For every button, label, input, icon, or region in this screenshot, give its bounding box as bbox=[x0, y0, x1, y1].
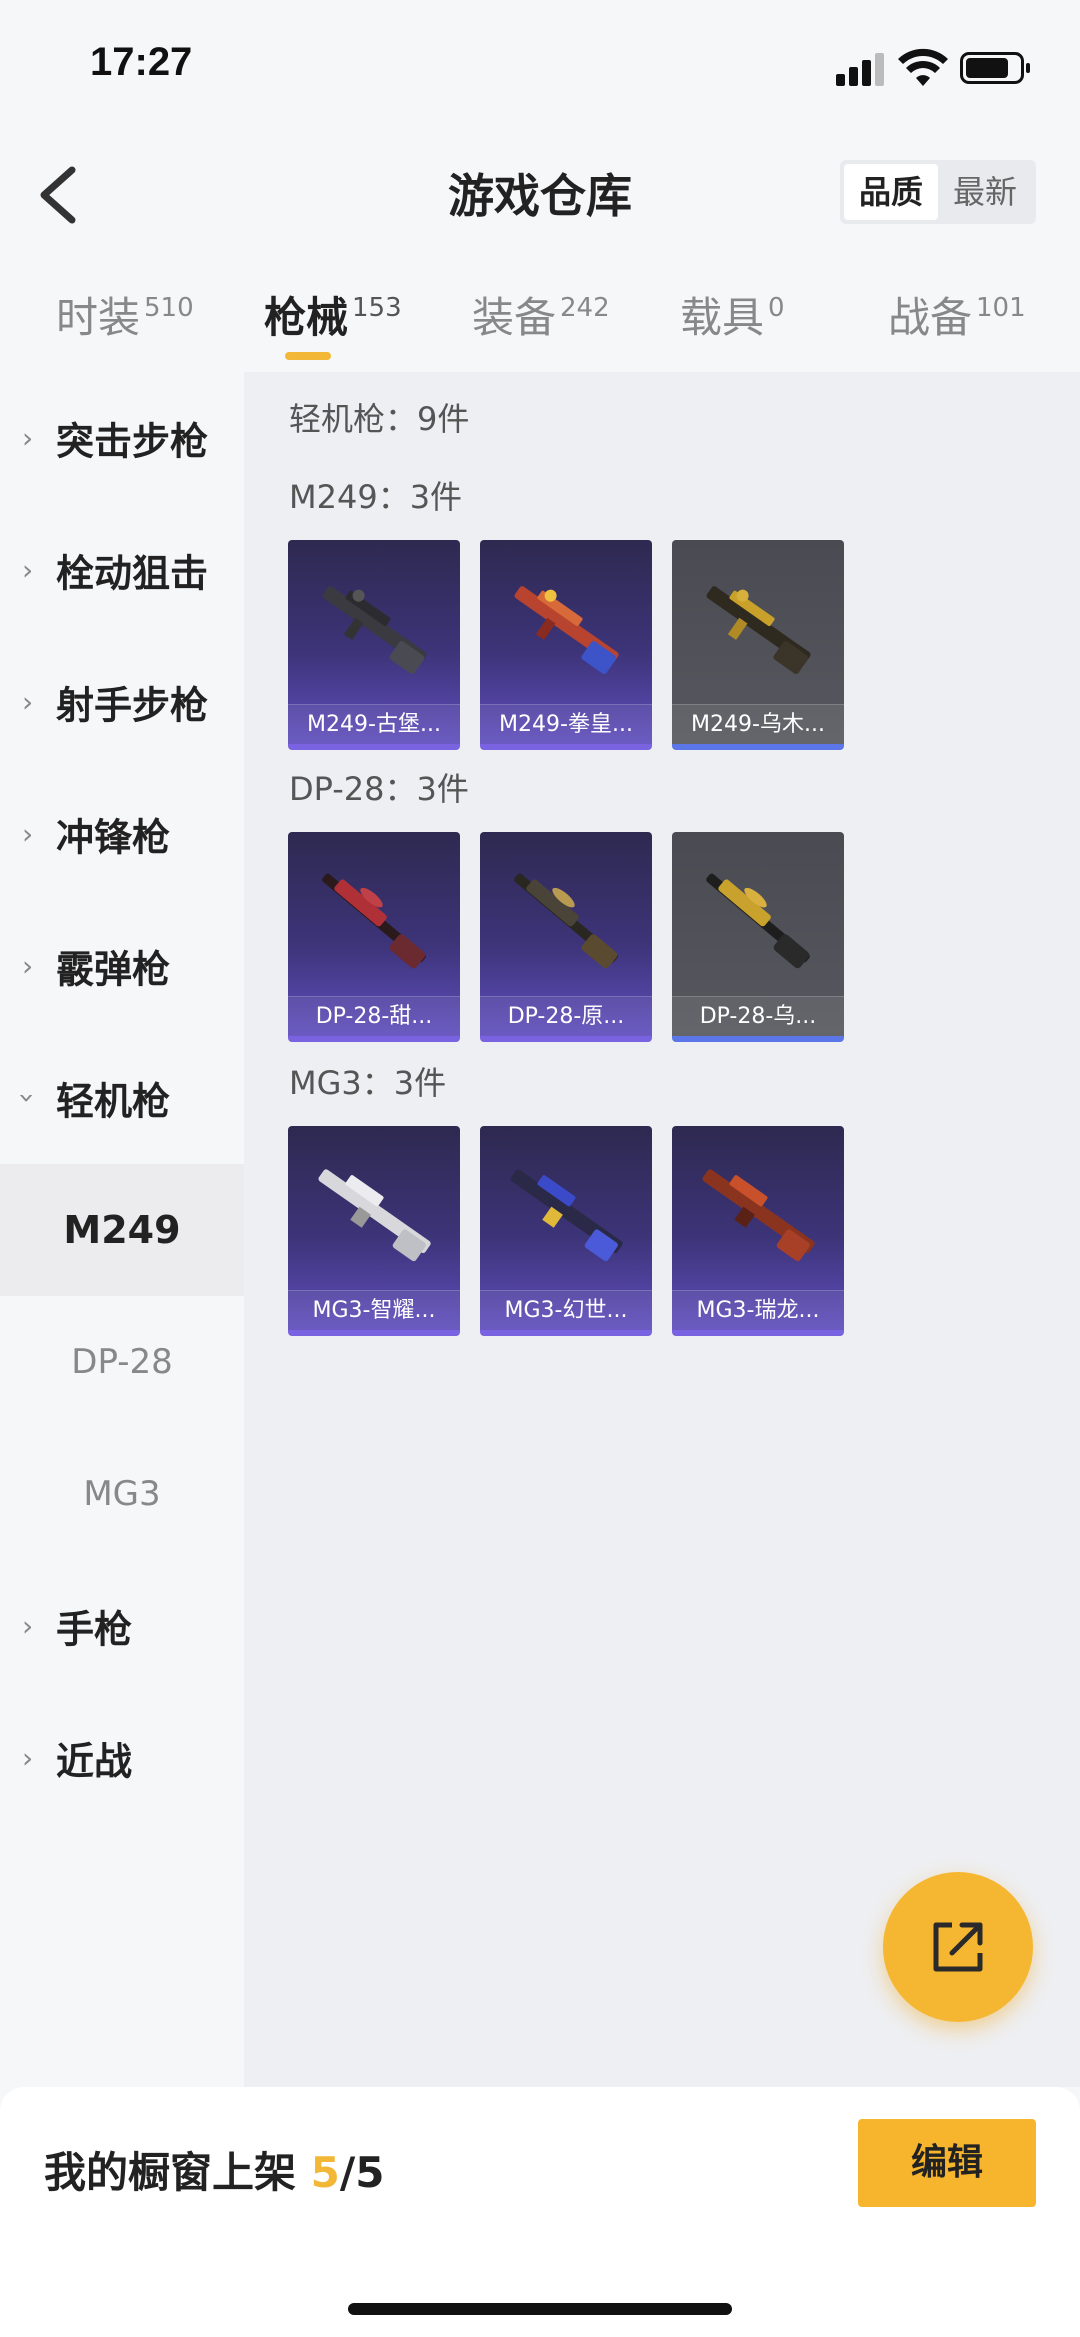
category-title: 轻机枪：9件 bbox=[289, 400, 470, 438]
group-title: DP-28：3件 bbox=[289, 770, 469, 808]
item-name: DP-28-甜... bbox=[288, 996, 460, 1036]
item-card[interactable]: MG3-智耀... bbox=[288, 1126, 460, 1336]
tab-label: 枪械 bbox=[264, 293, 349, 342]
chevron-right-icon: › bbox=[22, 949, 34, 983]
chevron-down-icon: › bbox=[11, 1092, 45, 1104]
lmg-icon bbox=[706, 873, 810, 969]
sidebar-subitem-mg3[interactable]: MG3 bbox=[0, 1428, 244, 1560]
sidebar-item-shotgun[interactable]: › 霰弹枪 bbox=[0, 900, 244, 1032]
share-button[interactable] bbox=[883, 1872, 1033, 2022]
tab-count: 153 bbox=[352, 293, 402, 323]
item-name: M249-拳皇... bbox=[480, 704, 652, 744]
showcase-total: /5 bbox=[339, 2148, 385, 2197]
group-title: M249：3件 bbox=[289, 478, 463, 516]
item-card[interactable]: MG3-幻世... bbox=[480, 1126, 652, 1336]
sidebar-item-marksman-rifle[interactable]: › 射手步枪 bbox=[0, 636, 244, 768]
item-card[interactable]: DP-28-原... bbox=[480, 832, 652, 1042]
item-name: DP-28-乌... bbox=[672, 996, 844, 1036]
item-name: M249-古堡... bbox=[288, 704, 460, 744]
item-grid-panel: 轻机枪：9件 M249：3件 M249-古堡... M249-拳皇... M24… bbox=[244, 372, 1080, 2087]
chevron-right-icon: › bbox=[22, 421, 34, 455]
tab-count: 510 bbox=[144, 293, 194, 323]
tab-firearms[interactable]: 枪械 153 bbox=[264, 284, 402, 345]
cellular-signal-icon bbox=[836, 52, 888, 86]
tab-tactical[interactable]: 战备 101 bbox=[888, 284, 1026, 345]
item-card[interactable]: DP-28-乌... bbox=[672, 832, 844, 1042]
chevron-right-icon: › bbox=[22, 1741, 34, 1775]
item-card[interactable]: M249-拳皇... bbox=[480, 540, 652, 750]
sidebar-item-label: 冲锋枪 bbox=[56, 815, 171, 860]
sidebar-item-label: 近战 bbox=[56, 1739, 133, 1784]
battery-icon bbox=[960, 52, 1030, 84]
active-tab-indicator bbox=[285, 352, 331, 360]
home-indicator bbox=[348, 2303, 732, 2315]
showcase-current-count: 5 bbox=[310, 2148, 340, 2197]
sidebar-item-label: 射手步枪 bbox=[56, 683, 209, 728]
sidebar-subitem-dp28[interactable]: DP-28 bbox=[0, 1296, 244, 1428]
item-name: M249-乌木... bbox=[672, 704, 844, 744]
item-name: MG3-瑞龙... bbox=[672, 1290, 844, 1330]
status-time: 17:27 bbox=[90, 40, 193, 84]
tab-vehicles[interactable]: 载具 0 bbox=[680, 284, 785, 345]
item-card[interactable]: M249-古堡... bbox=[288, 540, 460, 750]
item-card[interactable]: DP-28-甜... bbox=[288, 832, 460, 1042]
tab-count: 0 bbox=[768, 293, 785, 323]
item-name: DP-28-原... bbox=[480, 996, 652, 1036]
chevron-right-icon: › bbox=[22, 1609, 34, 1643]
item-name: MG3-智耀... bbox=[288, 1290, 460, 1330]
sidebar-item-lmg[interactable]: › 轻机枪 bbox=[0, 1032, 244, 1164]
tab-count: 101 bbox=[976, 293, 1026, 323]
lmg-icon bbox=[510, 1169, 623, 1262]
tab-equipment[interactable]: 装备 242 bbox=[472, 284, 610, 345]
tab-fashion[interactable]: 时装 510 bbox=[56, 284, 194, 345]
header: 游戏仓库 品质 最新 bbox=[0, 130, 1080, 250]
tab-count: 242 bbox=[560, 293, 610, 323]
tab-label: 装备 bbox=[472, 293, 557, 342]
sidebar-item-label: 霰弹枪 bbox=[56, 947, 171, 992]
tab-label: 时装 bbox=[56, 293, 141, 342]
showcase-status: 我的橱窗上架 5/5 bbox=[44, 2139, 384, 2200]
category-tabs: 时装 510 枪械 153 装备 242 载具 0 战备 101 bbox=[0, 270, 1080, 370]
sort-option-quality[interactable]: 品质 bbox=[844, 164, 938, 220]
lmg-icon bbox=[318, 1169, 431, 1262]
item-name: MG3-幻世... bbox=[480, 1290, 652, 1330]
lmg-icon bbox=[702, 1169, 815, 1262]
lmg-icon bbox=[322, 873, 426, 969]
sidebar-item-label: 手枪 bbox=[56, 1607, 133, 1652]
tab-label: 载具 bbox=[680, 293, 765, 342]
item-card[interactable]: MG3-瑞龙... bbox=[672, 1126, 844, 1336]
sidebar: › 突击步枪 › 栓动狙击 › 射手步枪 › 冲锋枪 › 霰弹枪 › 轻机枪 M… bbox=[0, 372, 244, 2087]
share-icon bbox=[933, 1922, 983, 1972]
sidebar-item-label: 栓动狙击 bbox=[56, 551, 209, 596]
sidebar-item-label: 突击步枪 bbox=[56, 419, 209, 464]
edit-button[interactable]: 编辑 bbox=[858, 2119, 1036, 2207]
chevron-right-icon: › bbox=[22, 553, 34, 587]
status-bar: 17:27 bbox=[0, 0, 1080, 130]
sidebar-item-bolt-sniper[interactable]: › 栓动狙击 bbox=[0, 504, 244, 636]
lmg-icon bbox=[514, 586, 619, 674]
sidebar-item-pistol[interactable]: › 手枪 bbox=[0, 1560, 244, 1692]
bottom-bar: 我的橱窗上架 5/5 编辑 bbox=[0, 2087, 1080, 2337]
showcase-label: 我的橱窗上架 bbox=[44, 2148, 311, 2197]
tab-label: 战备 bbox=[888, 293, 973, 342]
chevron-right-icon: › bbox=[22, 685, 34, 719]
item-card[interactable]: M249-乌木... bbox=[672, 540, 844, 750]
wifi-icon bbox=[898, 48, 948, 86]
sidebar-item-label: 轻机枪 bbox=[56, 1079, 171, 1124]
sort-toggle[interactable]: 品质 最新 bbox=[840, 160, 1036, 224]
sidebar-item-assault-rifle[interactable]: › 突击步枪 bbox=[0, 372, 244, 504]
sidebar-item-smg[interactable]: › 冲锋枪 bbox=[0, 768, 244, 900]
lmg-icon bbox=[514, 873, 618, 969]
lmg-icon bbox=[706, 586, 811, 674]
sidebar-subitem-m249[interactable]: M249 bbox=[0, 1164, 244, 1296]
group-title: MG3：3件 bbox=[289, 1064, 447, 1102]
sidebar-item-melee[interactable]: › 近战 bbox=[0, 1692, 244, 1824]
sort-option-newest[interactable]: 最新 bbox=[938, 164, 1032, 220]
chevron-right-icon: › bbox=[22, 817, 34, 851]
lmg-icon bbox=[322, 586, 427, 674]
